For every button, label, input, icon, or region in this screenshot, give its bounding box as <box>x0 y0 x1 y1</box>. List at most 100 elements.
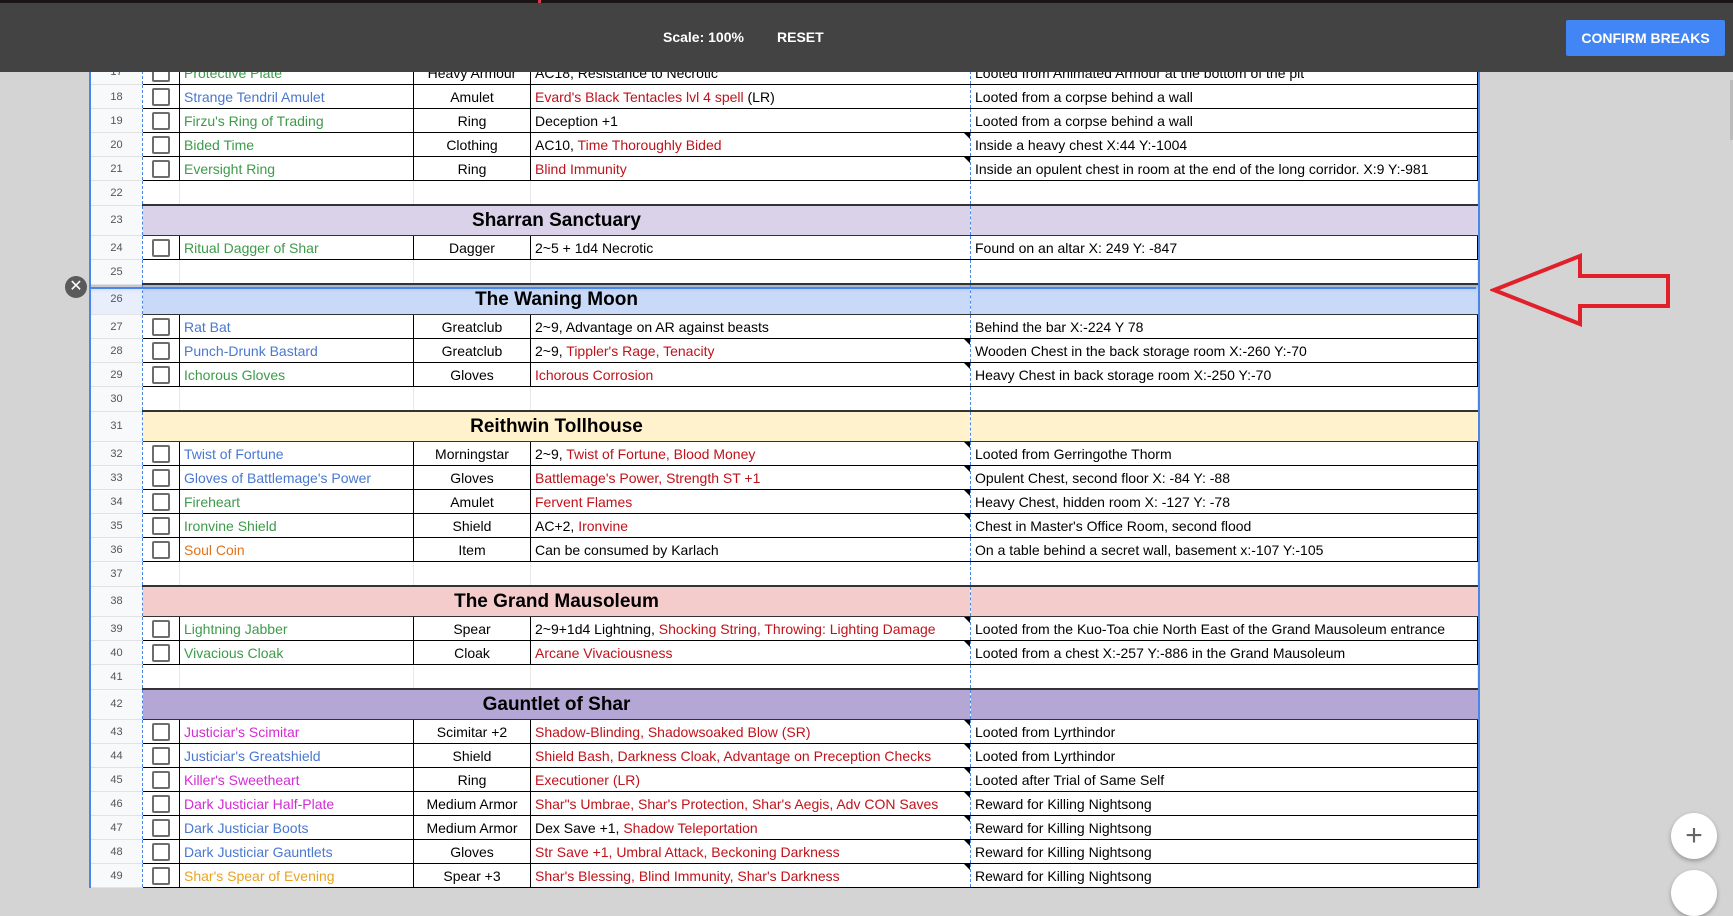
row-number[interactable]: 31 <box>91 411 143 442</box>
item-location[interactable]: Looted from Lyrthindor <box>970 719 1478 744</box>
checkbox[interactable] <box>152 794 170 813</box>
row-number[interactable]: 30 <box>91 386 143 412</box>
section-title[interactable]: Gauntlet of Shar <box>142 688 971 720</box>
item-location[interactable]: Heavy Chest in back storage room X:-250 … <box>970 362 1478 387</box>
row-number[interactable]: 29 <box>91 362 143 387</box>
item-name[interactable]: Fireheart <box>179 489 414 514</box>
empty-cell[interactable] <box>179 259 414 285</box>
item-name[interactable]: Dark Justiciar Boots <box>179 815 414 840</box>
section-title[interactable]: Reithwin Tollhouse <box>142 410 971 442</box>
empty-cell[interactable] <box>530 180 971 206</box>
item-effect[interactable]: Executioner (LR) <box>530 767 971 792</box>
row-number[interactable]: 23 <box>91 205 143 236</box>
checkbox[interactable] <box>152 159 170 178</box>
row-number[interactable]: 37 <box>91 561 143 587</box>
row-number[interactable]: 28 <box>91 338 143 363</box>
comment-indicator-icon[interactable] <box>964 490 970 496</box>
checkbox[interactable] <box>152 238 170 257</box>
obtained-checkbox-cell[interactable] <box>142 235 180 260</box>
remove-break-close-icon[interactable]: ✕ <box>65 276 87 298</box>
item-effect[interactable]: Shar"s Umbrae, Shar's Protection, Shar's… <box>530 791 971 816</box>
empty-cell[interactable] <box>413 259 531 285</box>
item-type[interactable]: Spear +3 <box>413 863 531 888</box>
checkbox[interactable] <box>152 746 170 765</box>
obtained-checkbox-cell[interactable] <box>142 839 180 864</box>
item-type[interactable]: Shield <box>413 743 531 768</box>
empty-cell[interactable] <box>970 180 1478 206</box>
reset-button[interactable]: RESET <box>777 29 824 45</box>
item-location[interactable]: Looted from Gerringothe Thorm <box>970 441 1478 466</box>
item-name[interactable]: Ritual Dagger of Shar <box>179 235 414 260</box>
obtained-checkbox-cell[interactable] <box>142 441 180 466</box>
row-number[interactable]: 44 <box>91 743 143 768</box>
row-number[interactable]: 20 <box>91 132 143 157</box>
item-type[interactable]: Morningstar <box>413 441 531 466</box>
item-name[interactable]: Vivacious Cloak <box>179 640 414 665</box>
item-effect[interactable]: Shield Bash, Darkness Cloak, Advantage o… <box>530 743 971 768</box>
obtained-checkbox-cell[interactable] <box>142 314 180 339</box>
empty-cell[interactable] <box>142 561 180 587</box>
comment-indicator-icon[interactable] <box>964 641 970 647</box>
row-number[interactable]: 43 <box>91 719 143 744</box>
comment-indicator-icon[interactable] <box>964 768 970 774</box>
comment-indicator-icon[interactable] <box>964 617 970 623</box>
empty-cell[interactable] <box>413 561 531 587</box>
item-effect[interactable]: 2~9, Tippler's Rage, Tenacity <box>530 338 971 363</box>
item-location[interactable]: Found on an altar X: 249 Y: -847 <box>970 235 1478 260</box>
row-number[interactable]: 33 <box>91 465 143 490</box>
empty-cell[interactable] <box>179 180 414 206</box>
item-location[interactable]: Behind the bar X:-224 Y 78 <box>970 314 1478 339</box>
item-effect[interactable]: 2~9+1d4 Lightning, Shocking String, Thro… <box>530 616 971 641</box>
item-type[interactable]: Clothing <box>413 132 531 157</box>
obtained-checkbox-cell[interactable] <box>142 465 180 490</box>
item-effect[interactable]: 2~5 + 1d4 Necrotic <box>530 235 971 260</box>
item-type[interactable]: Spear <box>413 616 531 641</box>
checkbox[interactable] <box>152 492 170 511</box>
row-number[interactable]: 48 <box>91 839 143 864</box>
comment-indicator-icon[interactable] <box>964 466 970 472</box>
checkbox[interactable] <box>152 770 170 789</box>
obtained-checkbox-cell[interactable] <box>142 513 180 538</box>
item-type[interactable]: Shield <box>413 513 531 538</box>
item-location[interactable]: Looted from a chest X:-257 Y:-886 in the… <box>970 640 1478 665</box>
checkbox[interactable] <box>152 317 170 336</box>
section-tail-cell[interactable] <box>970 585 1478 617</box>
item-location[interactable]: Looted from a corpse behind a wall <box>970 84 1478 109</box>
item-type[interactable]: Gloves <box>413 839 531 864</box>
checkbox[interactable] <box>152 722 170 741</box>
empty-cell[interactable] <box>530 664 971 690</box>
confirm-breaks-button[interactable]: CONFIRM BREAKS <box>1566 20 1725 56</box>
row-number[interactable]: 21 <box>91 156 143 181</box>
item-type[interactable]: Ring <box>413 108 531 133</box>
checkbox[interactable] <box>152 365 170 384</box>
item-name[interactable]: Justiciar's Greatshield <box>179 743 414 768</box>
empty-cell[interactable] <box>970 259 1478 285</box>
section-tail-cell[interactable] <box>970 204 1478 236</box>
row-number[interactable]: 18 <box>91 84 143 109</box>
section-tail-cell[interactable] <box>970 688 1478 720</box>
row-number[interactable]: 49 <box>91 863 143 888</box>
item-type[interactable]: Gloves <box>413 362 531 387</box>
item-name[interactable]: Dark Justiciar Half-Plate <box>179 791 414 816</box>
comment-indicator-icon[interactable] <box>964 744 970 750</box>
obtained-checkbox-cell[interactable] <box>142 489 180 514</box>
item-location[interactable]: On a table behind a secret wall, basemen… <box>970 537 1478 562</box>
item-name[interactable]: Eversight Ring <box>179 156 414 181</box>
obtained-checkbox-cell[interactable] <box>142 156 180 181</box>
empty-cell[interactable] <box>530 561 971 587</box>
item-type[interactable]: Scimitar +2 <box>413 719 531 744</box>
item-location[interactable]: Looted from the Kuo-Toa chie North East … <box>970 616 1478 641</box>
row-number[interactable]: 46 <box>91 791 143 816</box>
row-number[interactable]: 41 <box>91 664 143 690</box>
item-effect[interactable]: Str Save +1, Umbral Attack, Beckoning Da… <box>530 839 971 864</box>
item-effect[interactable]: AC+2, Ironvine <box>530 513 971 538</box>
item-name[interactable]: Shar's Spear of Evening <box>179 863 414 888</box>
section-title[interactable]: The Grand Mausoleum <box>142 585 971 617</box>
comment-indicator-icon[interactable] <box>964 816 970 822</box>
obtained-checkbox-cell[interactable] <box>142 108 180 133</box>
item-location[interactable]: Wooden Chest in the back storage room X:… <box>970 338 1478 363</box>
checkbox[interactable] <box>152 540 170 559</box>
empty-cell[interactable] <box>970 561 1478 587</box>
item-location[interactable]: Reward for Killing Nightsong <box>970 791 1478 816</box>
row-number[interactable]: 40 <box>91 640 143 665</box>
